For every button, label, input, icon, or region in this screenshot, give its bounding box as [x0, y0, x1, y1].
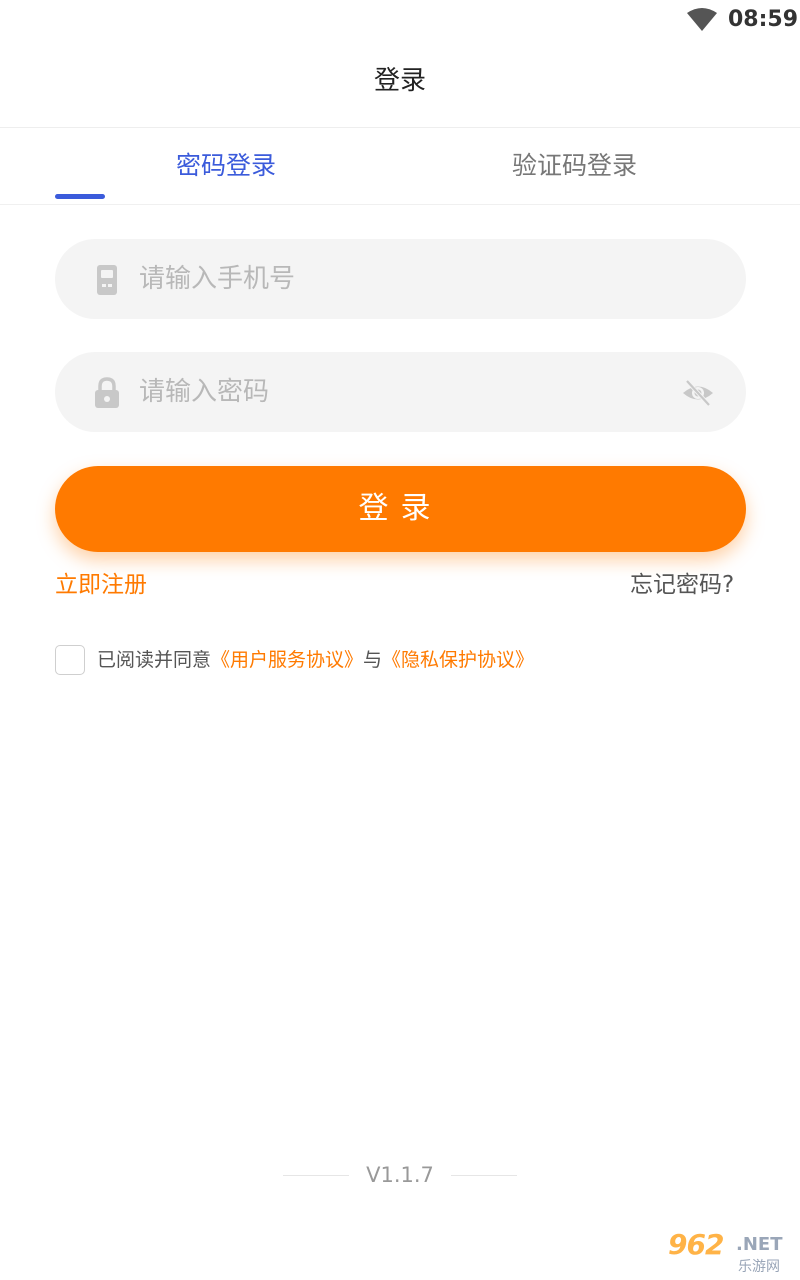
page-title: 登录 [373, 66, 426, 96]
watermark-number: 962 [668, 1228, 724, 1261]
password-input[interactable] [139, 352, 659, 432]
register-link[interactable]: 立即注册 [55, 570, 147, 600]
tab-active-indicator [55, 194, 105, 199]
login-button[interactable]: 登录 [55, 466, 746, 552]
phone-input[interactable] [139, 239, 659, 319]
eye-off-icon[interactable] [681, 376, 715, 410]
privacy-policy-link[interactable]: 《隐私保护协议》 [382, 649, 534, 671]
login-tabs: 密码登录 验证码登录 [0, 129, 800, 205]
watermark-domain: .NET [736, 1234, 783, 1255]
agreement-prefix: 已阅读并同意 [97, 649, 212, 671]
agreement-conjunction: 与 [363, 649, 383, 671]
watermark-site: 乐游网 [738, 1259, 780, 1275]
lock-icon [95, 377, 119, 408]
phone-icon [97, 265, 117, 295]
version-footer: V1.1.7 [283, 1158, 517, 1192]
tab-code-login[interactable]: 验证码登录 [512, 149, 637, 183]
site-watermark: 962 .NET 乐游网 [660, 1228, 796, 1276]
title-bar: 登录 [0, 40, 800, 128]
wifi-icon [687, 8, 717, 31]
phone-field[interactable] [55, 239, 746, 319]
tab-password-login[interactable]: 密码登录 [176, 149, 276, 183]
user-agreement-link[interactable]: 《用户服务协议》 [211, 649, 363, 671]
agreement-checkbox[interactable] [55, 645, 85, 675]
password-field[interactable] [55, 352, 746, 432]
agreement-text: 已阅读并同意《用户服务协议》与《隐私保护协议》 [97, 647, 534, 673]
status-time: 08:59 [728, 7, 799, 32]
version-divider-right [451, 1175, 517, 1176]
forgot-password-link[interactable]: 忘记密码? [630, 570, 734, 600]
status-bar: 08:59 [0, 0, 800, 40]
